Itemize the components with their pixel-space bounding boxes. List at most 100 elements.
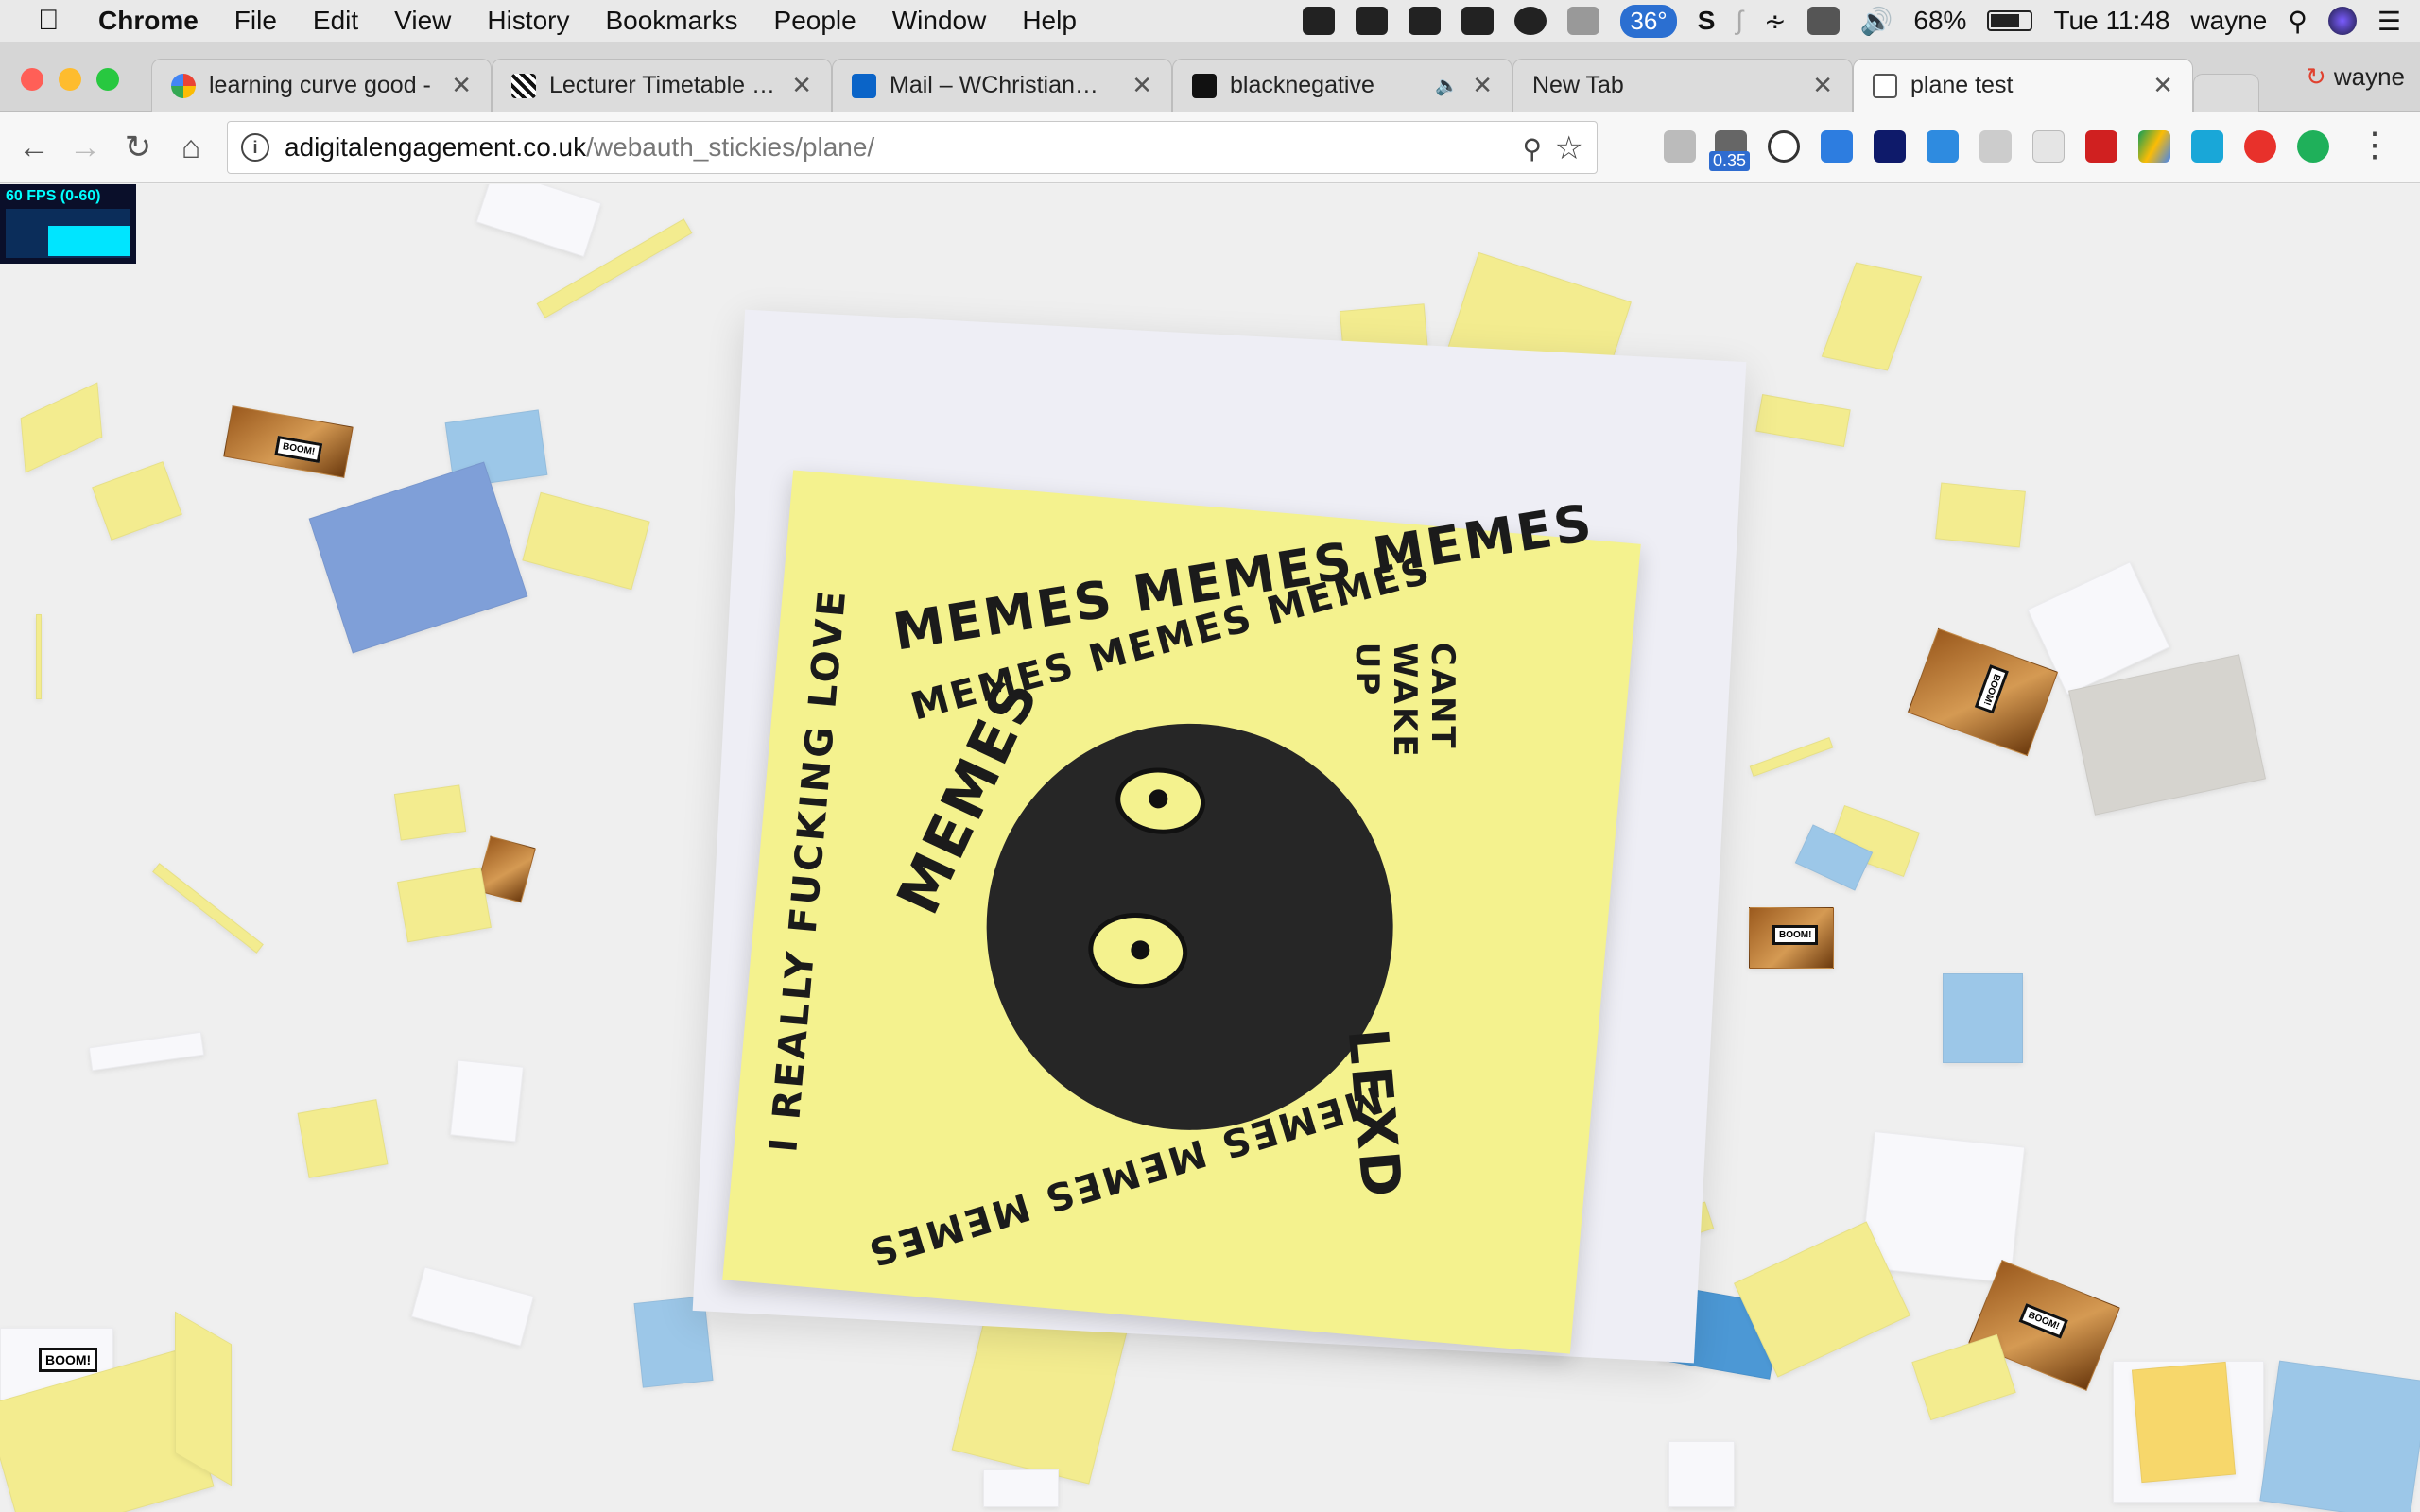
- wifi-icon[interactable]: ∻: [1764, 6, 1786, 37]
- d-ext-icon[interactable]: [2297, 130, 2329, 163]
- zoom-icon[interactable]: ⚲: [1522, 133, 1542, 164]
- sticky-note: [1668, 1441, 1735, 1507]
- extension-badge: 0.35: [1709, 151, 1751, 171]
- tab-title: Mail – WChristian@linc: [890, 72, 1119, 98]
- apple-icon[interactable]: : [38, 5, 76, 37]
- bluetooth-icon[interactable]: ∫: [1736, 6, 1743, 36]
- menu-app-chrome[interactable]: Chrome: [98, 6, 199, 36]
- download-ext-icon[interactable]: [1927, 130, 1959, 163]
- reload-icon[interactable]: ↻: [119, 129, 157, 166]
- menu-bookmarks[interactable]: Bookmarks: [605, 6, 737, 36]
- tab-strip: learning curve good - ✕ Lecturer Timetab…: [0, 42, 2420, 112]
- tab-plane-test[interactable]: plane test ✕: [1853, 59, 2193, 112]
- bn-icon: [1192, 73, 1217, 98]
- sticky-note: [1935, 482, 2026, 548]
- sticky-note: [297, 1099, 389, 1178]
- menu-status-area: 36° S ∫ ∻ 🔊 68% Tue 11:48 wayne ⚲ ☰: [1303, 0, 2401, 42]
- dollar-icon[interactable]: S: [1698, 6, 1716, 36]
- battery-percent: 68%: [1913, 6, 1967, 35]
- creative-cloud-icon[interactable]: [1461, 7, 1495, 35]
- password-manager-icon[interactable]: [1514, 7, 1547, 35]
- onedrive-icon[interactable]: [1356, 7, 1389, 35]
- bookmark-star-icon[interactable]: ☆: [1555, 129, 1583, 167]
- sticky-photo: BOOM!: [1907, 627, 2059, 757]
- onepassword-ext-icon[interactable]: [1768, 130, 1800, 163]
- face-eye: [1084, 908, 1191, 993]
- adblock-ext-icon[interactable]: [2244, 130, 2276, 163]
- sticky-note: [410, 1266, 535, 1347]
- close-icon[interactable]: ✕: [2139, 71, 2173, 100]
- menu-edit[interactable]: Edit: [313, 6, 358, 36]
- boom-label: BOOM!: [1772, 925, 1819, 945]
- close-icon[interactable]: ✕: [1799, 71, 1833, 100]
- boom-label: BOOM!: [2018, 1303, 2069, 1339]
- sticky-note: [1943, 973, 2023, 1063]
- menu-user[interactable]: wayne: [2190, 6, 2267, 36]
- tab-learning-curve[interactable]: learning curve good - ✕: [151, 59, 492, 112]
- featured-sticky-note: I REALLY FUCKING LOVE MEMES MEMES MEMES …: [722, 470, 1641, 1354]
- sticky-note: [92, 461, 182, 541]
- home-icon[interactable]: ⌂: [172, 129, 210, 166]
- boom-label: BOOM!: [274, 435, 323, 464]
- close-icon[interactable]: ✕: [1118, 71, 1152, 100]
- address-bar[interactable]: i adigitalengagement.co.uk/webauth_stick…: [227, 121, 1598, 174]
- page-ext-icon[interactable]: [2032, 130, 2065, 163]
- sticky-note: [450, 1059, 524, 1143]
- close-icon[interactable]: ✕: [438, 71, 472, 100]
- close-icon[interactable]: ✕: [778, 71, 812, 100]
- menu-people[interactable]: People: [774, 6, 856, 36]
- sticky-note: [36, 614, 42, 699]
- menu-view[interactable]: View: [394, 6, 451, 36]
- sticky-note: [397, 867, 492, 943]
- info-icon[interactable]: i: [241, 133, 269, 162]
- battery-icon[interactable]: [1987, 10, 2033, 31]
- menu-window[interactable]: Window: [892, 6, 987, 36]
- wave-ext-icon[interactable]: [2191, 130, 2223, 163]
- spotlight-search-icon[interactable]: ⚲: [2288, 6, 2308, 37]
- mac-menu-bar:  Chrome File Edit View History Bookmark…: [0, 0, 2420, 42]
- tab-title: blacknegative: [1230, 72, 1374, 98]
- siri-icon[interactable]: [2327, 7, 2357, 35]
- close-icon[interactable]: ✕: [1459, 71, 1493, 100]
- sticky-note: [152, 863, 264, 954]
- menu-help[interactable]: Help: [1022, 6, 1077, 36]
- notification-center-icon[interactable]: ☰: [2377, 6, 2401, 37]
- url-path: /webauth_stickies/plane/: [586, 132, 875, 162]
- tab-lecturer-timetable[interactable]: Lecturer Timetable - U ✕: [492, 59, 832, 112]
- url-host: adigitalengagement.co.uk: [285, 132, 587, 162]
- google-drive-ext-icon[interactable]: [2138, 130, 2170, 163]
- flag-ext-icon[interactable]: [1874, 130, 1906, 163]
- tab-new-tab[interactable]: New Tab ✕: [1512, 59, 1853, 112]
- sticky-note: [2131, 1361, 2237, 1484]
- fps-graph: [6, 209, 130, 258]
- audio-playing-icon[interactable]: 🔈: [1435, 74, 1459, 97]
- cloud-upload-icon[interactable]: [1303, 7, 1336, 35]
- back-arrow-icon[interactable]: ←: [15, 129, 53, 166]
- webgl-canvas[interactable]: 60 FPS (0-60) BOOM! BOOM! BOOM! BOOM! BO…: [0, 184, 2420, 1512]
- shield-icon[interactable]: [1567, 7, 1600, 35]
- drive-gray-ext-icon[interactable]: [1979, 130, 2012, 163]
- clock[interactable]: Tue 11:48: [2053, 6, 2169, 36]
- tab-blacknegative[interactable]: blacknegative 🔈 ✕: [1172, 59, 1512, 112]
- sticky-note: [983, 1469, 1059, 1507]
- forward-arrow-icon[interactable]: →: [66, 129, 104, 166]
- sticky-note: [1821, 262, 1923, 371]
- linkedin-ext-icon[interactable]: [1664, 130, 1696, 163]
- gift-ext-icon[interactable]: [2085, 130, 2118, 163]
- profile-button[interactable]: ↻ wayne: [2306, 62, 2405, 92]
- new-tab-button[interactable]: [2193, 74, 2259, 112]
- volume-icon[interactable]: 🔊: [1860, 6, 1893, 37]
- sticky-note: [522, 491, 650, 591]
- airplay-icon[interactable]: [1806, 7, 1840, 35]
- weather-temperature[interactable]: 36°: [1620, 4, 1677, 38]
- chrome-menu-icon[interactable]: ⋮: [2358, 125, 2392, 164]
- close-window-icon[interactable]: [21, 68, 43, 91]
- minimize-window-icon[interactable]: [59, 68, 81, 91]
- fps-label: 60 FPS (0-60): [6, 188, 101, 204]
- dropbox-icon[interactable]: [1409, 7, 1442, 35]
- tab-mail[interactable]: Mail – WChristian@linc ✕: [832, 59, 1172, 112]
- megaphone-ext-icon[interactable]: [1821, 130, 1853, 163]
- menu-file[interactable]: File: [234, 6, 277, 36]
- zoom-window-icon[interactable]: [96, 68, 119, 91]
- menu-history[interactable]: History: [487, 6, 569, 36]
